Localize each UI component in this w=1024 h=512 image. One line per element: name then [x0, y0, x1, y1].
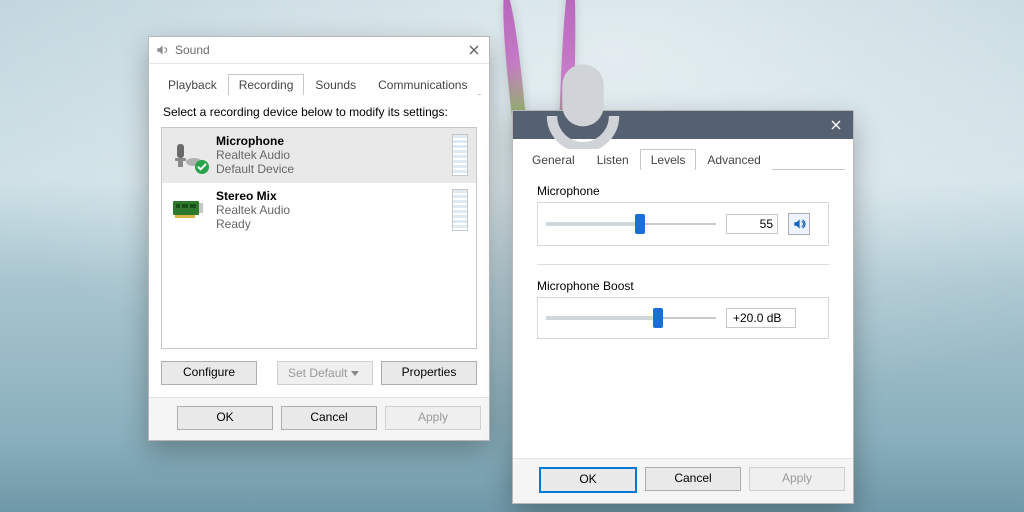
tabs-sound: Playback Recording Sounds Communications	[149, 64, 489, 94]
level-meter	[452, 134, 468, 176]
titlebar-sound[interactable]: Sound	[149, 37, 489, 64]
configure-button[interactable]: Configure	[161, 361, 257, 385]
chevron-down-icon	[351, 371, 359, 376]
titlebar-mic-properties[interactable]: Microphone Properties	[513, 111, 853, 139]
device-name: Stereo Mix	[216, 189, 442, 203]
set-default-button[interactable]: Set Default	[277, 361, 373, 385]
properties-button[interactable]: Properties	[381, 361, 477, 385]
device-status: Default Device	[216, 162, 442, 176]
device-driver: Realtek Audio	[216, 203, 442, 217]
apply-button[interactable]: Apply	[749, 467, 845, 491]
tab-playback[interactable]: Playback	[157, 74, 228, 95]
microphone-boost-value: +20.0 dB	[726, 308, 796, 328]
device-list[interactable]: Microphone Realtek Audio Default Device	[161, 127, 477, 349]
microphone-boost-group: +20.0 dB	[537, 297, 829, 339]
cancel-button[interactable]: Cancel	[281, 406, 377, 430]
soundcard-device-icon	[170, 194, 206, 226]
microphone-level-value[interactable]: 55	[726, 214, 778, 234]
ok-button[interactable]: OK	[177, 406, 273, 430]
divider	[537, 264, 829, 265]
microphone-boost-slider[interactable]	[546, 310, 716, 326]
mute-toggle-button[interactable]	[788, 213, 810, 235]
window-mic-properties: Microphone Properties General Listen Lev…	[512, 110, 854, 504]
apply-button[interactable]: Apply	[385, 406, 481, 430]
speaker-icon	[155, 43, 169, 57]
microphone-boost-label: Microphone Boost	[537, 279, 829, 293]
ok-button[interactable]: OK	[539, 467, 637, 493]
close-icon[interactable]	[465, 41, 483, 59]
device-item-microphone[interactable]: Microphone Realtek Audio Default Device	[162, 128, 476, 183]
tab-levels[interactable]: Levels	[640, 149, 697, 170]
device-status: Ready	[216, 217, 442, 231]
microphone-device-icon	[170, 139, 206, 171]
tab-listen[interactable]: Listen	[586, 149, 640, 170]
set-default-label: Set Default	[288, 363, 347, 383]
microphone-level-group: 55	[537, 202, 829, 246]
device-driver: Realtek Audio	[216, 148, 442, 162]
tab-recording[interactable]: Recording	[228, 74, 305, 95]
window-sound: Sound Playback Recording Sounds Communic…	[148, 36, 490, 441]
microphone-level-label: Microphone	[537, 184, 829, 198]
instruction-text: Select a recording device below to modif…	[163, 105, 477, 119]
level-meter	[452, 189, 468, 231]
tab-general[interactable]: General	[521, 149, 586, 170]
cancel-button[interactable]: Cancel	[645, 467, 741, 491]
microphone-level-slider[interactable]	[546, 216, 716, 232]
device-name: Microphone	[216, 134, 442, 148]
close-icon[interactable]	[827, 116, 845, 134]
device-item-stereo-mix[interactable]: Stereo Mix Realtek Audio Ready	[162, 183, 476, 238]
window-title: Sound	[175, 43, 210, 57]
tab-advanced[interactable]: Advanced	[696, 149, 771, 170]
tab-communications[interactable]: Communications	[367, 74, 478, 95]
tab-sounds[interactable]: Sounds	[304, 74, 367, 95]
